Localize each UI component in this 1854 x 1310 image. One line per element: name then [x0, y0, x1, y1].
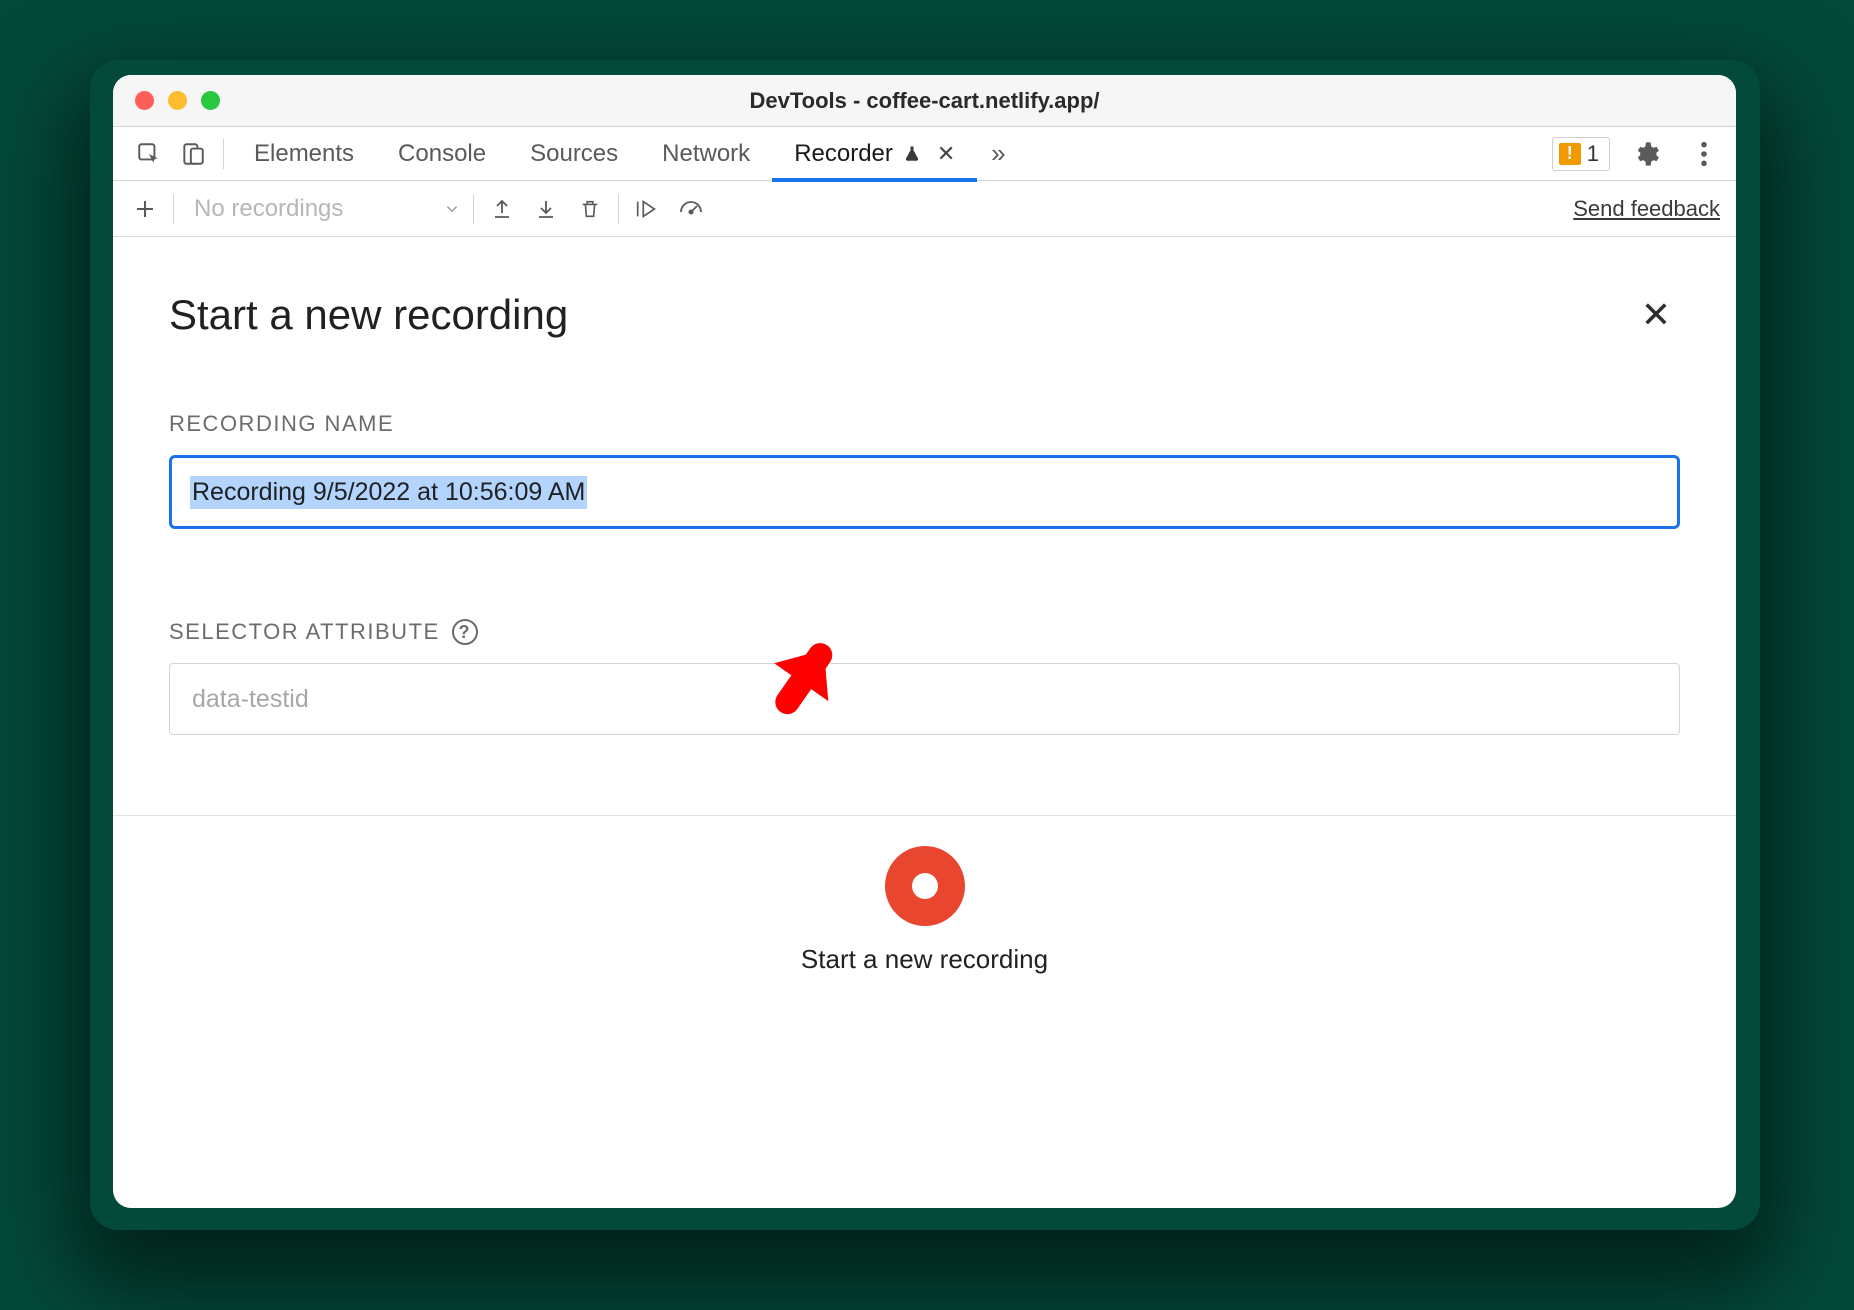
recorder-panel: Start a new recording ✕ RECORDING NAME R… [113, 237, 1736, 1208]
recordings-dropdown[interactable]: No recordings [180, 195, 467, 223]
recording-name-input[interactable]: Recording 9/5/2022 at 10:56:09 AM [169, 455, 1680, 529]
recorder-action-bar: No recordings [113, 181, 1736, 237]
chevron-down-icon [443, 200, 461, 218]
traffic-lights [135, 91, 220, 110]
warnings-count: 1 [1587, 141, 1599, 167]
tab-sources[interactable]: Sources [508, 127, 640, 181]
tab-close-icon[interactable]: ✕ [937, 141, 955, 167]
new-recording-icon[interactable] [123, 187, 167, 231]
tab-elements[interactable]: Elements [232, 127, 376, 181]
tab-recorder[interactable]: Recorder ✕ [772, 127, 977, 181]
start-recording-label: Start a new recording [801, 944, 1048, 975]
export-icon[interactable] [480, 187, 524, 231]
start-recording-button[interactable] [885, 846, 965, 926]
tabs-overflow-icon[interactable]: » [977, 133, 1019, 175]
window-titlebar: DevTools - coffee-cart.netlify.app/ [113, 75, 1736, 127]
window-title: DevTools - coffee-cart.netlify.app/ [113, 88, 1736, 114]
selector-attribute-placeholder: data-testid [192, 685, 309, 714]
recording-name-label: RECORDING NAME [169, 411, 1680, 437]
recordings-dropdown-label: No recordings [194, 195, 343, 223]
devtools-tabstrip: Elements Console Sources Network Recorde… [113, 127, 1736, 181]
warnings-badge[interactable]: ! 1 [1552, 137, 1610, 171]
recording-name-value: Recording 9/5/2022 at 10:56:09 AM [190, 476, 587, 509]
send-feedback-link[interactable]: Send feedback [1573, 196, 1720, 222]
window-zoom-button[interactable] [201, 91, 220, 110]
window-close-button[interactable] [135, 91, 154, 110]
more-menu-icon[interactable] [1682, 132, 1726, 176]
selector-attribute-label: SELECTOR ATTRIBUTE [169, 619, 440, 645]
inspect-element-icon[interactable] [127, 132, 171, 176]
devtools-window: DevTools - coffee-cart.netlify.app/ [113, 75, 1736, 1208]
flask-icon [903, 144, 921, 164]
close-panel-icon[interactable]: ✕ [1632, 291, 1680, 339]
help-icon[interactable]: ? [452, 619, 478, 645]
replay-icon[interactable] [625, 187, 669, 231]
replay-settings-icon[interactable] [669, 187, 713, 231]
panel-title: Start a new recording [169, 291, 568, 339]
settings-gear-icon[interactable] [1624, 132, 1668, 176]
selector-attribute-input[interactable]: data-testid [169, 663, 1680, 735]
tab-network[interactable]: Network [640, 127, 772, 181]
import-icon[interactable] [524, 187, 568, 231]
warning-icon: ! [1559, 143, 1581, 165]
delete-icon[interactable] [568, 187, 612, 231]
window-minimize-button[interactable] [168, 91, 187, 110]
device-toolbar-icon[interactable] [171, 132, 215, 176]
tab-console[interactable]: Console [376, 127, 508, 181]
